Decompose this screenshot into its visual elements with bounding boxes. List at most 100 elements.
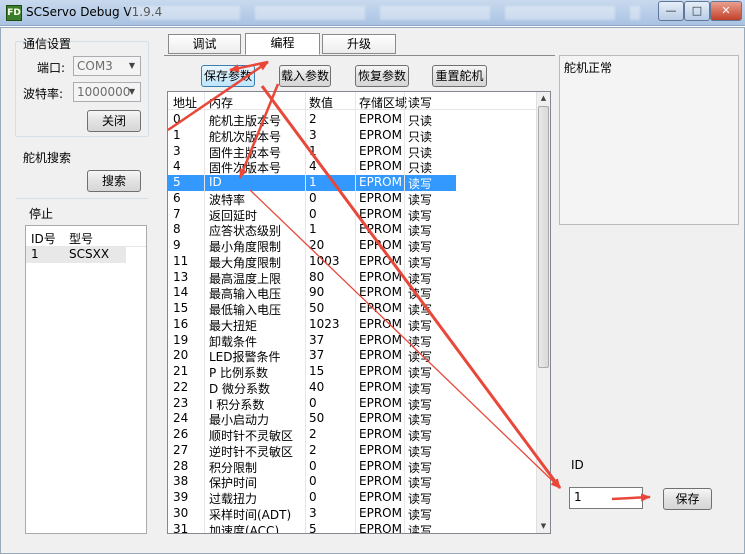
val-cell: 1 — [309, 144, 317, 158]
maximize-button[interactable]: □ — [684, 1, 710, 21]
table-row[interactable]: 11最大角度限制1003EPROM读写 — [168, 254, 538, 270]
table-row[interactable]: 21P 比例系数15EPROM读写 — [168, 364, 538, 380]
area-cell: EPROM — [359, 459, 402, 473]
edit-value-input[interactable]: 1 — [569, 487, 643, 509]
addr-cell: 38 — [173, 474, 188, 488]
table-row[interactable]: 1舵机次版本号3EPROM只读 — [168, 128, 538, 144]
tab-debug[interactable]: 调试 — [168, 34, 241, 54]
mem-cell: 固件次版本号 — [209, 159, 281, 176]
save-value-button[interactable]: 保存 — [663, 488, 712, 510]
scroll-down-icon[interactable]: ▼ — [537, 520, 550, 533]
area-cell: EPROM — [359, 112, 402, 126]
mem-cell: 波特率 — [209, 191, 245, 208]
val-cell: 0 — [309, 490, 317, 504]
rw-cell: 读写 — [408, 317, 432, 334]
restore-params-button[interactable]: 恢复参数 — [355, 65, 409, 87]
addr-cell: 6 — [173, 191, 181, 205]
save-params-button[interactable]: 保存参数 — [201, 65, 255, 87]
rw-cell: 读写 — [408, 175, 432, 192]
addr-cell: 26 — [173, 427, 188, 441]
rw-cell: 读写 — [408, 301, 432, 318]
table-row[interactable]: 14最高输入电压90EPROM读写 — [168, 285, 538, 301]
table-row[interactable]: 16最大扭矩1023EPROM读写 — [168, 317, 538, 333]
table-row[interactable]: 8应答状态级别1EPROM读写 — [168, 222, 538, 238]
divider — [404, 92, 405, 534]
servo-list[interactable]: ID号 型号 1 SCSXX — [25, 225, 147, 534]
table-row[interactable]: 15最低输入电压50EPROM读写 — [168, 301, 538, 317]
mem-cell: 返回延时 — [209, 207, 257, 224]
baud-select[interactable]: 1000000 ▼ — [73, 82, 141, 102]
addr-cell: 5 — [173, 175, 181, 189]
port-select[interactable]: COM3 ▼ — [73, 56, 141, 76]
mem-cell: 固件主版本号 — [209, 144, 281, 161]
table-row[interactable]: 26顺时针不灵敏区2EPROM读写 — [168, 427, 538, 443]
table-row[interactable]: 9最小角度限制20EPROM读写 — [168, 238, 538, 254]
table-row[interactable]: 6波特率0EPROM读写 — [168, 191, 538, 207]
val-cell: 80 — [309, 270, 324, 284]
table-row[interactable]: 27逆时针不灵敏区2EPROM读写 — [168, 443, 538, 459]
table-row[interactable]: 13最高温度上限80EPROM读写 — [168, 270, 538, 286]
table-row[interactable]: 28积分限制0EPROM读写 — [168, 459, 538, 475]
table-row[interactable]: 24最小启动力50EPROM读写 — [168, 411, 538, 427]
table-row[interactable]: 23I 积分系数0EPROM读写 — [168, 396, 538, 412]
table-row[interactable]: 3固件主版本号1EPROM只读 — [168, 144, 538, 160]
scrollbar-thumb[interactable] — [538, 106, 549, 368]
table-row[interactable]: 5ID1EPROM读写 — [168, 175, 456, 191]
mem-cell: 舵机主版本号 — [209, 112, 281, 129]
close-window-button[interactable]: ✕ — [710, 1, 742, 21]
rw-cell: 只读 — [408, 128, 432, 145]
area-cell: EPROM — [359, 207, 402, 221]
rw-cell: 读写 — [408, 191, 432, 208]
port-select-value: COM3 — [77, 59, 113, 73]
val-cell: 0 — [309, 474, 317, 488]
table-row[interactable]: 4固件次版本号4EPROM只读 — [168, 159, 538, 175]
rw-cell: 读写 — [408, 270, 432, 287]
table-row[interactable]: 0舵机主版本号2EPROM只读 — [168, 112, 538, 128]
minimize-button[interactable]: — — [658, 1, 684, 21]
val-cell: 2 — [309, 443, 317, 457]
close-port-button[interactable]: 关闭 — [87, 110, 141, 132]
addr-cell: 1 — [173, 128, 181, 142]
rw-cell: 读写 — [408, 207, 432, 224]
mem-cell: 采样时间(ADT) — [209, 506, 291, 523]
memory-table-scrollbar[interactable]: ▲ ▼ — [536, 92, 550, 533]
table-row[interactable]: 39过载扭力0EPROM读写 — [168, 490, 538, 506]
table-row[interactable]: 22D 微分系数40EPROM读写 — [168, 380, 538, 396]
table-row[interactable]: 30采样时间(ADT)3EPROM读写 — [168, 506, 538, 522]
rw-cell: 读写 — [408, 490, 432, 507]
header-addr: 地址 — [173, 94, 197, 111]
table-row[interactable]: 20LED报警条件37EPROM读写 — [168, 348, 538, 364]
rw-cell: 读写 — [408, 522, 432, 535]
reset-servo-button[interactable]: 重置舵机 — [432, 65, 487, 87]
area-cell: EPROM — [359, 333, 402, 347]
table-row[interactable]: 19卸载条件37EPROM读写 — [168, 333, 538, 349]
memory-table-header: 地址 内存 数值 存储区域 读写 — [168, 92, 538, 110]
chevron-down-icon: ▼ — [124, 57, 140, 75]
addr-cell: 31 — [173, 522, 188, 535]
table-row[interactable]: 7返回延时0EPROM读写 — [168, 207, 538, 223]
scroll-up-icon[interactable]: ▲ — [537, 92, 550, 105]
mem-cell: 最小启动力 — [209, 411, 269, 428]
load-params-button[interactable]: 载入参数 — [279, 65, 331, 87]
mem-cell: 卸载条件 — [209, 333, 257, 350]
val-cell: 4 — [309, 159, 317, 173]
area-cell: EPROM — [359, 128, 402, 142]
table-row[interactable]: 31加速度(ACC)5EPROM读写 — [168, 522, 538, 535]
table-row[interactable]: 38保护时间0EPROM读写 — [168, 474, 538, 490]
addr-cell: 19 — [173, 333, 188, 347]
divider — [204, 92, 205, 534]
val-cell: 0 — [309, 191, 317, 205]
mem-cell: 最小角度限制 — [209, 238, 281, 255]
tab-upgrade[interactable]: 升级 — [322, 34, 396, 54]
servo-list-row[interactable]: 1 SCSXX — [26, 247, 126, 263]
area-cell: EPROM — [359, 317, 402, 331]
tab-program[interactable]: 编程 — [245, 33, 320, 55]
memory-table[interactable]: 地址 内存 数值 存储区域 读写 0舵机主版本号2EPROM只读1舵机次版本号3… — [167, 91, 551, 534]
addr-cell: 21 — [173, 364, 188, 378]
addr-cell: 14 — [173, 285, 188, 299]
status-text: 舵机正常 — [564, 59, 612, 76]
mem-cell: LED报警条件 — [209, 348, 281, 365]
addr-cell: 24 — [173, 411, 188, 425]
area-cell: EPROM — [359, 254, 402, 268]
search-button[interactable]: 搜索 — [87, 170, 141, 192]
